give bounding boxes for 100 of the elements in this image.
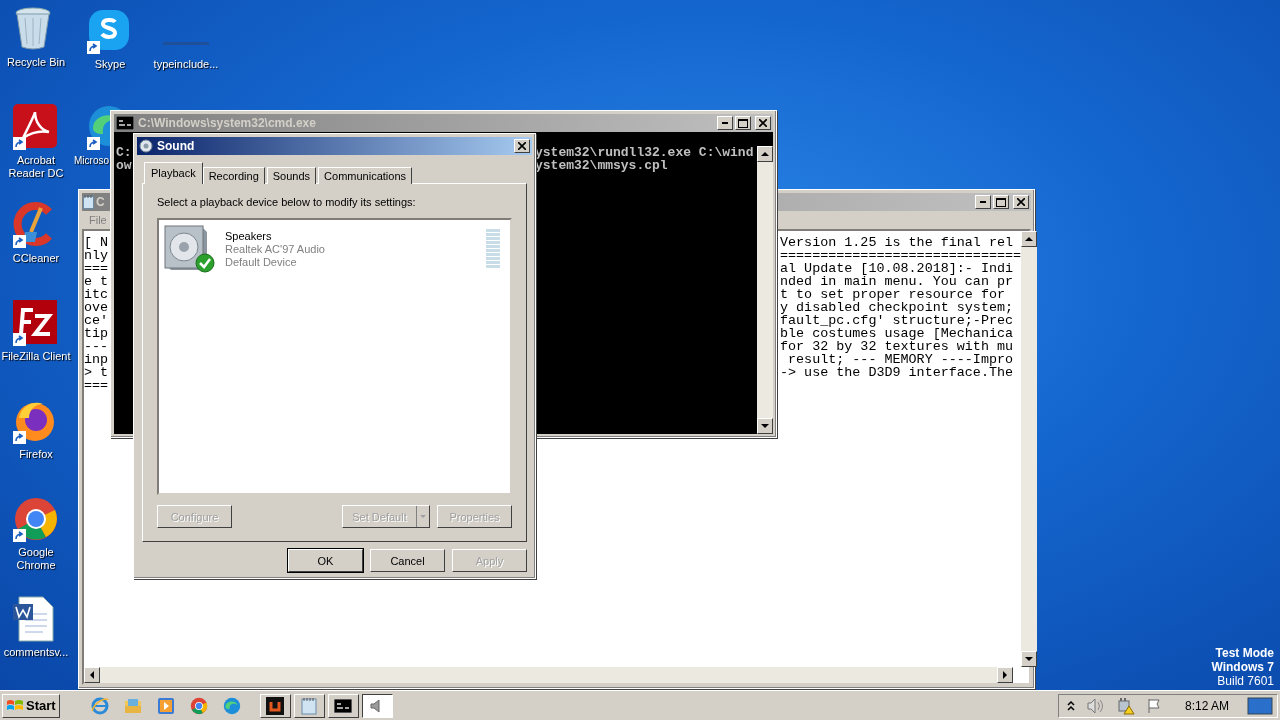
speaker-icon: [139, 139, 153, 153]
text-line: result; --- MEMORY ----Impro: [787, 353, 1014, 366]
desktop-icon-label[interactable]: typeinclude...: [153, 58, 219, 71]
close-button[interactable]: [1013, 195, 1029, 209]
taskbar-button[interactable]: [361, 693, 393, 718]
recycle-bin-icon: [13, 6, 53, 50]
clock[interactable]: 8:12 AM: [1174, 698, 1235, 713]
volume-icon[interactable]: [1086, 697, 1105, 714]
dialog-button[interactable]: Cancel: [370, 549, 445, 572]
scroll-up-button[interactable]: [757, 146, 773, 162]
text-line: ---: [84, 340, 109, 353]
minimize-button[interactable]: [717, 116, 733, 130]
desktop-icon-label[interactable]: Skype: [94, 58, 126, 71]
text-line: nded in main menu. You can pr: [780, 275, 1014, 288]
flag-icon[interactable]: [1146, 697, 1163, 714]
text-line: -> use the D3D9 interface.The: [780, 366, 1014, 379]
scroll-up-button[interactable]: [1021, 231, 1038, 247]
tab[interactable]: Recording: [202, 167, 265, 184]
text-line: itc: [84, 288, 109, 301]
device-name: Speakers: [225, 230, 273, 243]
text-line: inp: [84, 353, 109, 366]
close-icon: [518, 142, 526, 150]
show-desktop-icon[interactable]: [1247, 696, 1273, 715]
close-icon: [1017, 198, 1025, 206]
tab[interactable]: Sounds: [266, 167, 317, 184]
text-line: t to set proper resource for: [780, 288, 1005, 301]
text-line: ove: [84, 301, 109, 314]
console-icon: [116, 116, 134, 130]
triangle-right-icon: [1003, 671, 1007, 679]
console-line: C:: [116, 146, 132, 159]
window-title: C: [96, 195, 105, 209]
text-line: [ N: [84, 236, 109, 249]
dialog-button[interactable]: OK: [288, 549, 363, 572]
triangle-left-icon: [90, 671, 94, 679]
scroll-left-button[interactable]: [84, 667, 100, 683]
close-button[interactable]: [514, 139, 530, 153]
text-line: nly: [84, 249, 109, 262]
text-line: for 32 by 32 textures with mu: [780, 340, 1014, 353]
chevron-up-icon[interactable]: [1066, 700, 1075, 711]
scroll-right-button[interactable]: [997, 667, 1013, 683]
chrome-icon[interactable]: [189, 696, 208, 715]
minimize-icon: [980, 201, 986, 203]
desktop-icon-label[interactable]: commentsv...: [3, 646, 69, 659]
text-line: fault_pc.cfg' structure;-Prec: [780, 314, 1014, 327]
pdf-reader-icon: [13, 104, 57, 148]
triangle-up-icon: [761, 152, 769, 156]
console-line: ow: [116, 159, 132, 172]
desktop-icon-label[interactable]: Microso: [74, 154, 109, 167]
maximize-icon: [738, 118, 748, 128]
text-line: Version 1.25 is the final rel: [780, 236, 1014, 249]
console-line: ystem32\mmsys.cpl: [535, 159, 668, 172]
scroll-down-button[interactable]: [757, 418, 773, 434]
close-button[interactable]: [755, 116, 771, 130]
text-line: ===: [84, 379, 109, 392]
text-line: y disabled checkpoint system;: [780, 301, 1014, 314]
text-line: ==============================: [780, 249, 1022, 262]
chrome-icon: [13, 496, 59, 542]
desktop-icon-label[interactable]: FileZilla Client: [1, 350, 71, 363]
notepad-icon: [83, 195, 94, 209]
text-line: > t: [84, 366, 109, 379]
skype-icon: [87, 8, 131, 52]
close-icon: [759, 119, 767, 127]
desktop-icon-label[interactable]: Google Chrome: [0, 546, 74, 572]
dialog-title: Sound: [157, 139, 196, 153]
os-notice-text: Windows 7: [1211, 660, 1274, 674]
desktop-icon-label[interactable]: Recycle Bin: [6, 56, 66, 69]
text-line: ce': [84, 314, 109, 327]
vertical-scrollbar[interactable]: [757, 146, 773, 434]
minimize-icon: [722, 122, 728, 124]
media-player-icon[interactable]: [156, 696, 175, 715]
notepad-icon: [301, 696, 318, 715]
desktop-icon-label[interactable]: Firefox: [19, 448, 53, 461]
desktop-icon-label[interactable]: CCleaner: [12, 252, 60, 265]
text-line: tip: [84, 327, 109, 340]
triangle-down-icon: [1025, 657, 1034, 661]
scroll-down-button[interactable]: [1021, 651, 1038, 667]
filezilla-icon: [13, 300, 57, 344]
level-meter-icon: [486, 228, 500, 270]
device-item[interactable]: Speakers Realtek AC'97 Audio Default Device: [163, 224, 506, 274]
console-line: ystem32\rundll32.exe C:\wind: [535, 146, 754, 159]
text-line: ===: [84, 262, 109, 275]
tab[interactable]: Playback: [144, 162, 203, 184]
network-warning-icon[interactable]: [1116, 696, 1135, 715]
minimize-button[interactable]: [975, 195, 991, 209]
text-line: ble costumes usage [Mechanica: [780, 327, 1014, 340]
start-button[interactable]: Start: [2, 693, 60, 718]
speaker-icon: [163, 224, 209, 272]
vertical-scrollbar[interactable]: [1021, 231, 1038, 667]
window-title: C:\Windows\system32\cmd.exe: [138, 116, 317, 130]
desktop-icon-label[interactable]: Acrobat Reader DC: [0, 154, 74, 180]
os-notice-text: Test Mode: [1215, 646, 1274, 660]
device-driver: Realtek AC'97 Audio: [225, 243, 326, 256]
horizontal-scrollbar[interactable]: [84, 667, 1013, 683]
maximize-icon: [996, 197, 1006, 207]
maximize-button[interactable]: [993, 195, 1009, 209]
triangle-up-icon: [1025, 237, 1034, 241]
text-line: e t: [84, 275, 109, 288]
maximize-button[interactable]: [735, 116, 751, 130]
device-status: Default Device: [225, 256, 298, 269]
tab[interactable]: Communications: [318, 167, 412, 184]
